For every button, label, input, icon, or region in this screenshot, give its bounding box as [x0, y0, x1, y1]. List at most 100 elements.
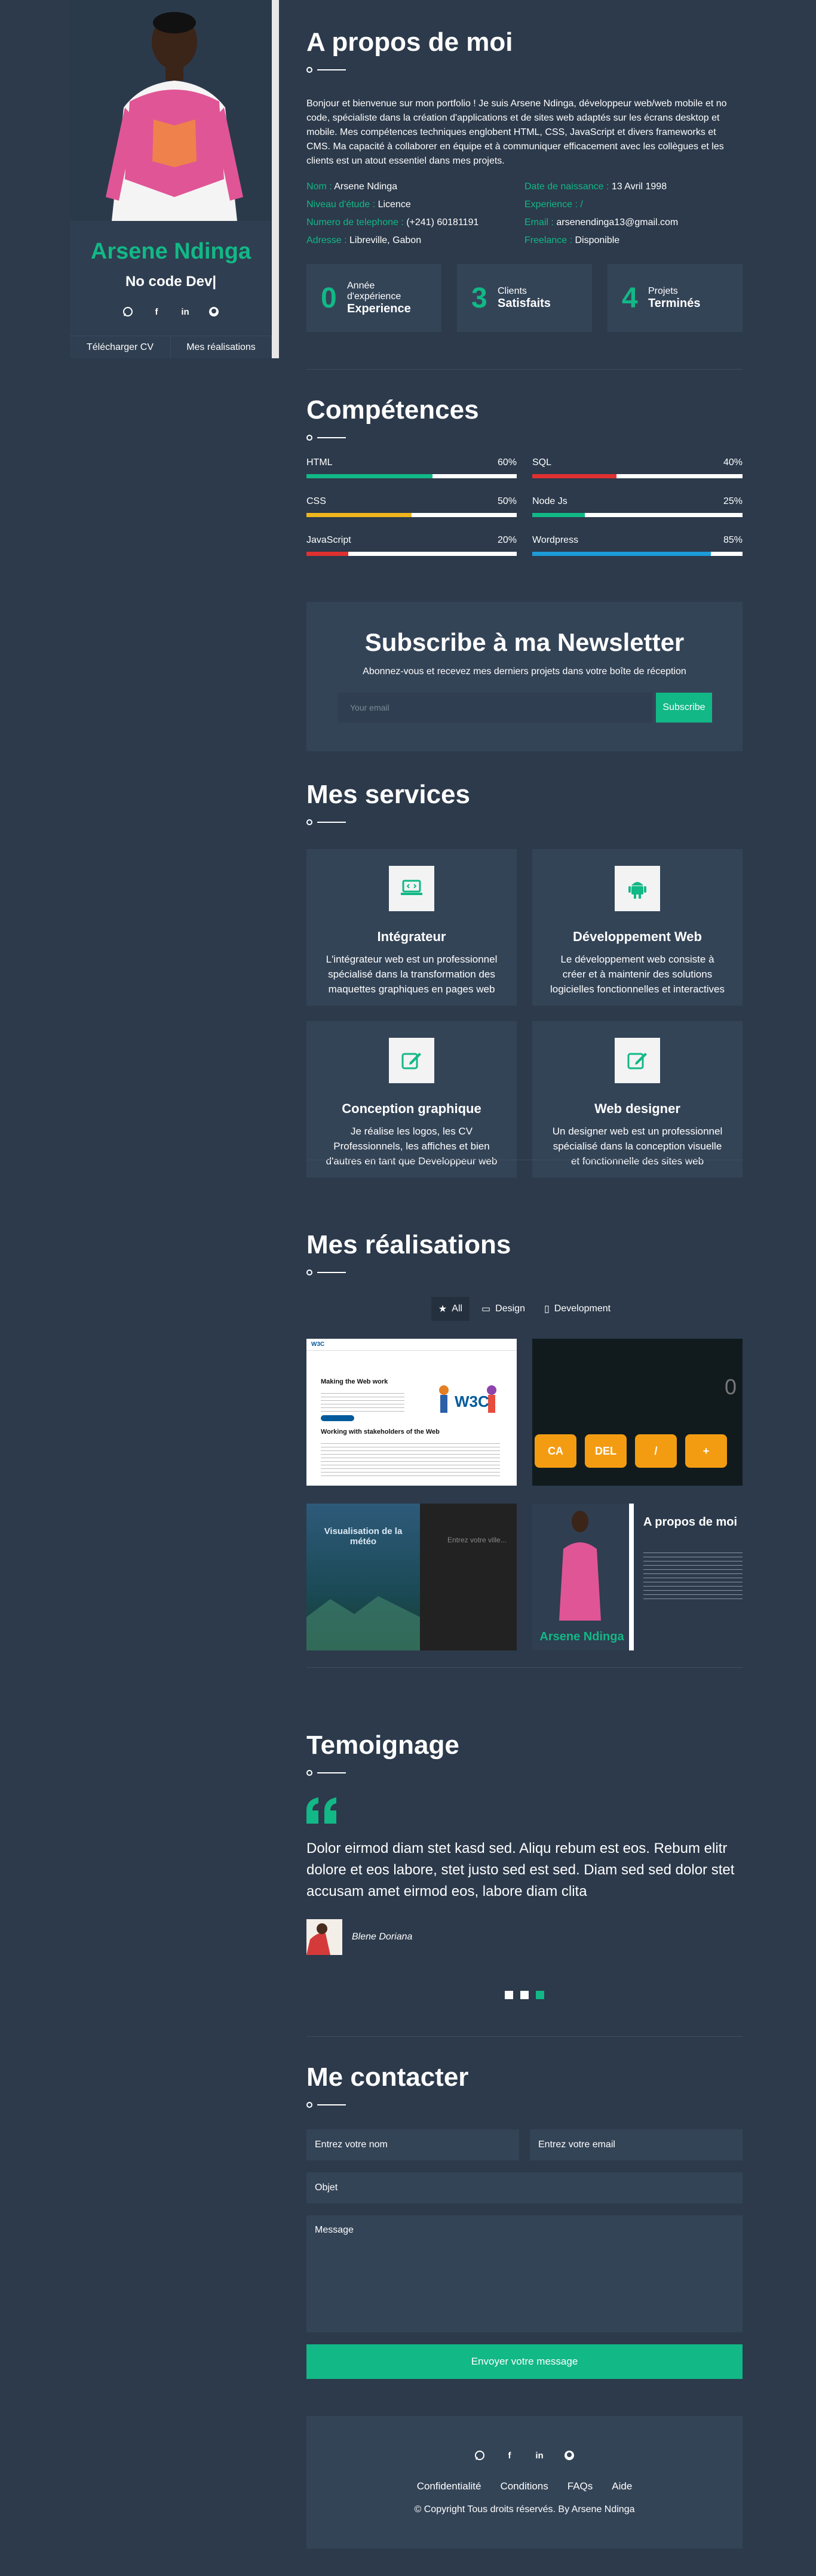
send-message-button[interactable]: Envoyer votre message	[306, 2344, 743, 2379]
facebook-icon[interactable]: f	[148, 303, 165, 320]
skills-title: Compétences	[306, 395, 479, 425]
portfolio-item-portfolio[interactable]: Arsene Ndinga A propos de moi	[532, 1504, 743, 1650]
services-grid: Intégrateur L'intégrateur web est un pro…	[306, 849, 743, 1178]
profile-photo	[70, 0, 279, 221]
linkedin-icon[interactable]: in	[531, 2447, 548, 2464]
section-divider	[306, 369, 743, 370]
footer-link[interactable]: FAQs	[567, 2480, 593, 2492]
skill-item: JavaScript 20%	[306, 535, 517, 556]
skill-percent: 25%	[723, 496, 743, 506]
w3c-heading-2: Working with stakeholders of the Web	[321, 1428, 440, 1435]
stat-label: Clients	[498, 285, 527, 296]
contact-name-input[interactable]: Entrez votre nom	[306, 2129, 519, 2160]
w3c-text-2	[321, 1440, 500, 1476]
android-icon	[615, 866, 660, 911]
stat-card: 0 Année d'expérience Experience	[306, 264, 441, 332]
footer-link[interactable]: Confidentialité	[417, 2480, 481, 2492]
section-divider	[306, 1667, 743, 1668]
portfolio-item-weather[interactable]: Visualisation de la météo Entrez votre v…	[306, 1504, 517, 1650]
avatar	[306, 1919, 342, 1955]
mini-name: Arsene Ndinga	[539, 1630, 624, 1643]
service-title: Intégrateur	[377, 929, 446, 944]
weather-panel	[420, 1504, 517, 1650]
social-links: f in	[70, 303, 272, 320]
stat-label: Année	[347, 280, 375, 291]
filter-label: Development	[554, 1304, 611, 1314]
service-title: Développement Web	[573, 929, 702, 944]
footer-socials: f in	[306, 2416, 743, 2464]
whatsapp-icon[interactable]	[471, 2447, 488, 2464]
weather-city-input: Entrez votre ville...	[447, 1536, 507, 1544]
skill-item: SQL 40%	[532, 457, 743, 478]
profile-name: Arsene Ndinga	[90, 239, 251, 264]
portfolio-filters: ★ All ▭ Design ▯ Development	[306, 1297, 743, 1321]
footer: f in Confidentialité Conditions FAQs Aid…	[306, 2416, 743, 2549]
skill-bar-fill	[306, 552, 349, 556]
download-cv-button[interactable]: Télécharger CV	[70, 336, 171, 358]
skill-item: Node Js 25%	[532, 496, 743, 517]
portfolio-section: Mes réalisations ★ All ▭ Design ▯ Developme…	[306, 1230, 743, 1650]
whatsapp-icon[interactable]	[119, 303, 136, 320]
github-icon[interactable]	[561, 2447, 578, 2464]
newsletter-email-input[interactable]: Your email	[338, 693, 652, 723]
carousel-dot[interactable]	[505, 1991, 513, 1999]
laptop-icon: ▭	[481, 1304, 491, 1314]
info-phone: Numero de telephone : (+241) 60181191	[306, 217, 479, 228]
skill-bar	[532, 513, 743, 517]
calculator-key: CA	[535, 1434, 576, 1468]
info-experience: Experience : /	[524, 199, 583, 210]
main-content: A propos de moi Bonjour et bienvenue sur…	[306, 0, 743, 2549]
stat-caption: Experience	[347, 302, 411, 315]
skill-percent: 85%	[723, 535, 743, 545]
skill-bar-fill	[532, 552, 711, 556]
skill-percent: 50%	[497, 496, 517, 506]
mini-about-title: A propos de moi	[643, 1516, 738, 1529]
skill-name: SQL	[532, 457, 552, 468]
service-desc: Un designer web est un professionnel spé…	[552, 1126, 723, 1167]
carousel-dot[interactable]	[520, 1991, 529, 1999]
stat-caption: Satisfaits	[498, 296, 551, 310]
carousel-dot-active[interactable]	[536, 1991, 544, 1999]
about-title: A propos de moi	[306, 27, 513, 57]
contact-message-textarea[interactable]: Message	[306, 2215, 743, 2332]
footer-link[interactable]: Aide	[612, 2480, 632, 2492]
quote-icon	[306, 1797, 743, 1827]
profile-sidebar: Arsene Ndinga No code Dev| f in Téléchar…	[70, 0, 279, 358]
skill-name: CSS	[306, 496, 326, 506]
filter-all[interactable]: ★ All	[431, 1297, 470, 1321]
portfolio-item-calculator[interactable]: 0 CA DEL / +	[532, 1339, 743, 1486]
stat-label: Projets	[648, 285, 678, 296]
services-title: Mes services	[306, 780, 470, 809]
my-works-button[interactable]: Mes réalisations	[171, 336, 272, 358]
footer-link[interactable]: Conditions	[500, 2480, 548, 2492]
title-divider	[306, 1267, 743, 1279]
stat-number: 0	[321, 282, 337, 314]
mini-photo	[559, 1511, 601, 1621]
portfolio-title: Mes réalisations	[306, 1230, 511, 1259]
footer-copyright: © Copyright Tous droits réservés. By Ars…	[414, 2504, 635, 2514]
w3c-logo: W3C	[306, 1339, 517, 1351]
stat-number: 4	[622, 282, 638, 314]
edit-icon	[389, 1038, 434, 1083]
skill-percent: 60%	[497, 457, 517, 468]
w3c-text	[321, 1390, 404, 1414]
filter-design[interactable]: ▭ Design	[474, 1297, 532, 1321]
stat-card: 4 Projets Terminés	[608, 264, 743, 332]
skills-grid: HTML 60% SQL 40% CSS 50% Node Js 25% JavaScript 2…	[306, 457, 743, 556]
linkedin-icon[interactable]: in	[177, 303, 194, 320]
subscribe-button[interactable]: Subscribe	[656, 693, 712, 723]
facebook-icon[interactable]: f	[501, 2447, 518, 2464]
contact-subject-input[interactable]: Objet	[306, 2172, 743, 2203]
contact-email-input[interactable]: Entrez votre email	[530, 2129, 743, 2160]
github-icon[interactable]	[205, 303, 222, 320]
sidebar-scrollbar[interactable]	[272, 0, 279, 358]
newsletter-title: Subscribe à ma Newsletter	[364, 628, 685, 656]
portfolio-item-w3c[interactable]: W3C Making the Web work Working with sta…	[306, 1339, 517, 1486]
skill-bar	[532, 474, 743, 478]
filter-development[interactable]: ▯ Development	[537, 1297, 618, 1321]
mini-about-text	[643, 1549, 743, 1603]
profile-role: No code Dev|	[125, 273, 217, 290]
w3c-heading: Making the Web work	[321, 1378, 388, 1385]
service-title: Conception graphique	[342, 1101, 481, 1116]
info-birthdate: Date de naissance : 13 Avril 1998	[524, 182, 667, 192]
